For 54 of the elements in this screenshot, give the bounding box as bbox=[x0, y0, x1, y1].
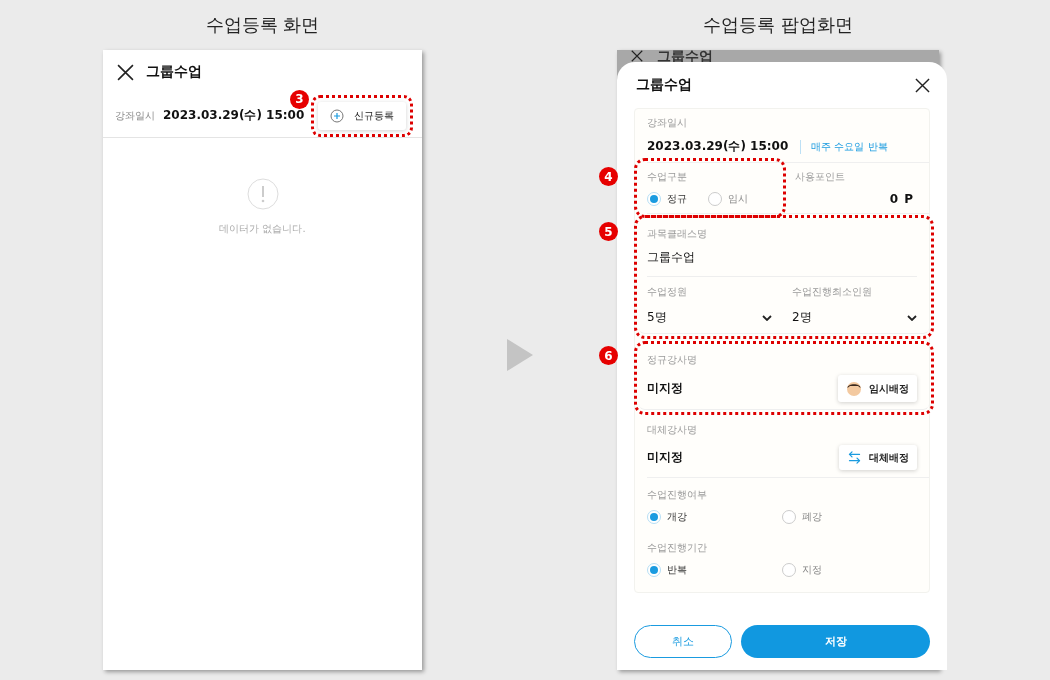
radio-label: 정규 bbox=[667, 192, 687, 206]
plus-circle-icon bbox=[330, 108, 344, 123]
callout-number: 4 bbox=[599, 167, 618, 186]
field-label: 대체강사명 bbox=[647, 423, 698, 437]
date-value: 2023.03.29(수) 15:00 bbox=[163, 107, 305, 124]
field-label: 과목클래스명 bbox=[647, 227, 708, 241]
capacity-select[interactable]: 5명 bbox=[647, 309, 667, 326]
field-label: 수업정원 bbox=[647, 285, 688, 299]
close-icon[interactable] bbox=[117, 63, 134, 81]
alert-icon bbox=[246, 178, 279, 210]
radio-button[interactable] bbox=[647, 563, 661, 577]
avatar-icon bbox=[846, 380, 862, 397]
radio-button[interactable] bbox=[647, 192, 661, 206]
field-label: 수업진행여부 bbox=[647, 488, 708, 502]
callout-number: 6 bbox=[599, 346, 618, 365]
points-value: 0 bbox=[889, 192, 899, 206]
screen-caption: 수업등록 화면 bbox=[205, 13, 320, 37]
screen-caption: 수업등록 팝업화면 bbox=[703, 13, 853, 37]
callout-number: 3 bbox=[290, 89, 309, 109]
chevron-down-icon bbox=[762, 314, 772, 321]
close-icon[interactable] bbox=[631, 50, 643, 62]
empty-message: 데이터가 없습니다. bbox=[219, 222, 306, 236]
class-name-value: 그룹수업 bbox=[647, 249, 917, 277]
teacher-value: 미지정 bbox=[647, 449, 683, 466]
field-label: 사용포인트 bbox=[795, 170, 846, 184]
chevron-down-icon bbox=[907, 314, 917, 321]
minimum-select[interactable]: 2명 bbox=[792, 309, 812, 326]
teacher-value: 미지정 bbox=[647, 380, 683, 397]
radio-label: 임시 bbox=[728, 192, 748, 206]
field-label: 강좌일시 bbox=[115, 108, 155, 123]
radio-button[interactable] bbox=[782, 563, 796, 577]
radio-button[interactable] bbox=[708, 192, 722, 206]
field-label: 정규강사명 bbox=[647, 353, 698, 367]
radio-label: 개강 bbox=[667, 510, 687, 524]
close-icon[interactable] bbox=[915, 77, 930, 93]
date-value: 2023.03.29(수) 15:00 bbox=[647, 138, 789, 155]
field-label: 강좌일시 bbox=[647, 116, 688, 130]
radio-label: 반복 bbox=[667, 563, 687, 577]
callout-number: 5 bbox=[599, 222, 618, 241]
radio-button[interactable] bbox=[647, 510, 661, 524]
points-unit: P bbox=[904, 192, 913, 206]
new-registration-button[interactable]: 신규등록 bbox=[318, 101, 406, 130]
radio-label: 폐강 bbox=[802, 510, 822, 524]
popup-title: 그룹수업 bbox=[636, 76, 692, 94]
field-label: 수업진행최소인원 bbox=[792, 285, 873, 299]
radio-button[interactable] bbox=[782, 510, 796, 524]
arrow-icon bbox=[506, 339, 533, 371]
substitute-assign-button[interactable]: 대체배정 bbox=[839, 445, 917, 470]
field-label: 수업진행기간 bbox=[647, 541, 708, 555]
temporary-assign-button[interactable]: 임시배정 bbox=[838, 375, 917, 402]
radio-label: 지정 bbox=[802, 563, 822, 577]
swap-icon bbox=[847, 450, 862, 465]
field-label: 수업구분 bbox=[647, 170, 688, 184]
screen-title: 그룹수업 bbox=[146, 63, 202, 81]
